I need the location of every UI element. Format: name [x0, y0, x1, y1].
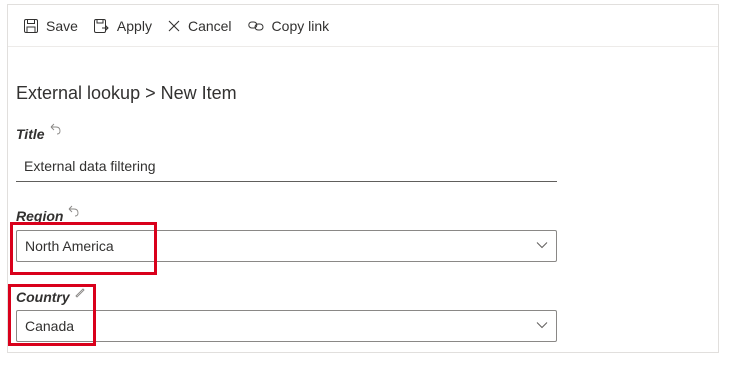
apply-icon: [93, 18, 109, 33]
breadcrumb: External lookup > New Item: [16, 83, 237, 103]
command-bar: Save Apply Cancel Copy link: [8, 5, 718, 47]
title-field-label: Title: [16, 123, 61, 142]
cancel-button[interactable]: Cancel: [168, 18, 232, 34]
undo-icon[interactable]: [49, 123, 61, 135]
chevron-down-icon: [536, 242, 548, 249]
edit-form-panel: Save Apply Cancel Copy link External loo…: [7, 4, 719, 353]
country-label: Country: [16, 289, 70, 305]
copy-link-label: Copy link: [271, 17, 330, 34]
region-dropdown[interactable]: North America: [16, 230, 557, 262]
cancel-label: Cancel: [187, 17, 232, 34]
undo-icon[interactable]: [67, 205, 79, 217]
copy-link-button[interactable]: Copy link: [247, 17, 330, 34]
region-value: North America: [25, 238, 114, 254]
chevron-down-icon: [536, 322, 548, 329]
region-label: Region: [16, 208, 64, 224]
apply-button[interactable]: Apply: [93, 17, 152, 34]
country-dropdown[interactable]: Canada: [16, 310, 557, 342]
save-icon: [24, 18, 38, 33]
title-label: Title: [16, 126, 45, 142]
save-label: Save: [46, 17, 78, 34]
save-button[interactable]: Save: [24, 18, 78, 34]
cancel-icon: [168, 20, 180, 31]
region-field-label: Region: [16, 205, 79, 224]
copy-link-icon: [247, 21, 264, 30]
title-field[interactable]: External data filtering: [16, 153, 557, 182]
country-field-label: Country: [16, 286, 86, 305]
apply-label: Apply: [116, 17, 152, 34]
country-value: Canada: [25, 318, 75, 334]
edit-icon[interactable]: [74, 286, 86, 298]
